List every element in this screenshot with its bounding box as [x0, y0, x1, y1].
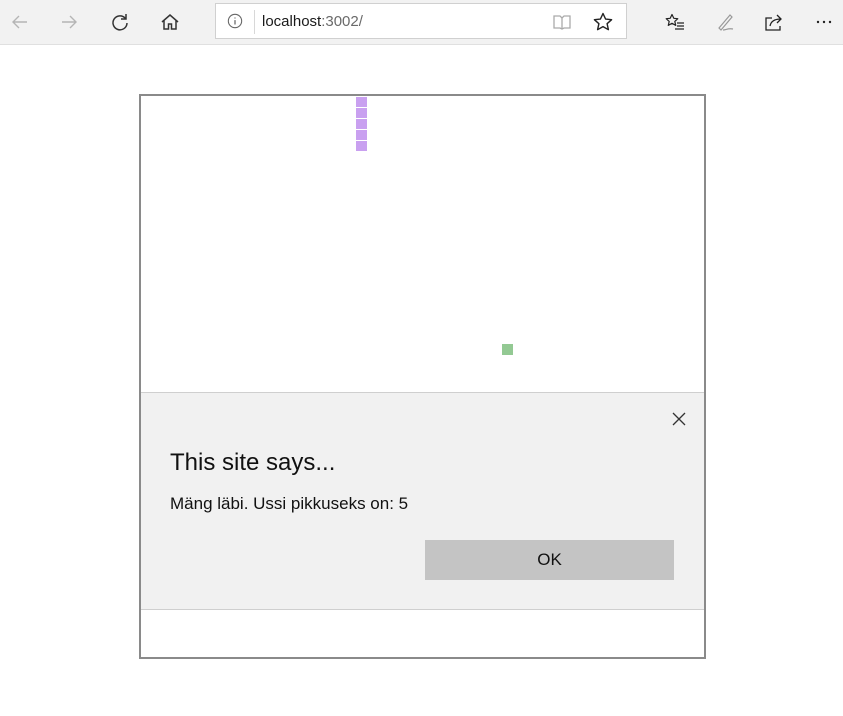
share-icon[interactable] — [756, 4, 792, 40]
refresh-icon[interactable] — [102, 4, 138, 40]
info-icon[interactable] — [226, 12, 244, 30]
url-text[interactable]: localhost:3002/ — [262, 13, 363, 30]
snake-segment — [356, 141, 367, 151]
address-bar[interactable]: localhost:3002/ — [215, 3, 627, 39]
address-divider — [254, 10, 255, 34]
more-icon[interactable] — [806, 4, 842, 40]
favorite-star-icon[interactable] — [592, 11, 614, 33]
reading-view-icon[interactable] — [552, 12, 572, 32]
snake-segment — [356, 97, 367, 107]
pen-icon[interactable] — [707, 4, 743, 40]
snake-segment — [356, 108, 367, 118]
dialog-title: This site says... — [170, 449, 336, 476]
url-host: localhost — [262, 13, 322, 30]
food-pellet — [502, 344, 513, 355]
dialog-message: Mäng läbi. Ussi pikkuseks on: 5 — [170, 494, 409, 513]
back-icon[interactable] — [2, 4, 38, 40]
close-icon[interactable] — [669, 409, 689, 429]
ok-button[interactable]: OK — [425, 540, 674, 580]
alert-dialog: This site says... Mäng läbi. Ussi pikkus… — [141, 392, 704, 610]
snake-segment — [356, 119, 367, 129]
favorites-list-icon[interactable] — [657, 4, 693, 40]
snake-segment — [356, 130, 367, 140]
url-port-path: :3002/ — [321, 13, 363, 30]
browser-toolbar: localhost:3002/ — [0, 0, 843, 45]
forward-icon[interactable] — [51, 4, 87, 40]
home-icon[interactable] — [152, 4, 188, 40]
